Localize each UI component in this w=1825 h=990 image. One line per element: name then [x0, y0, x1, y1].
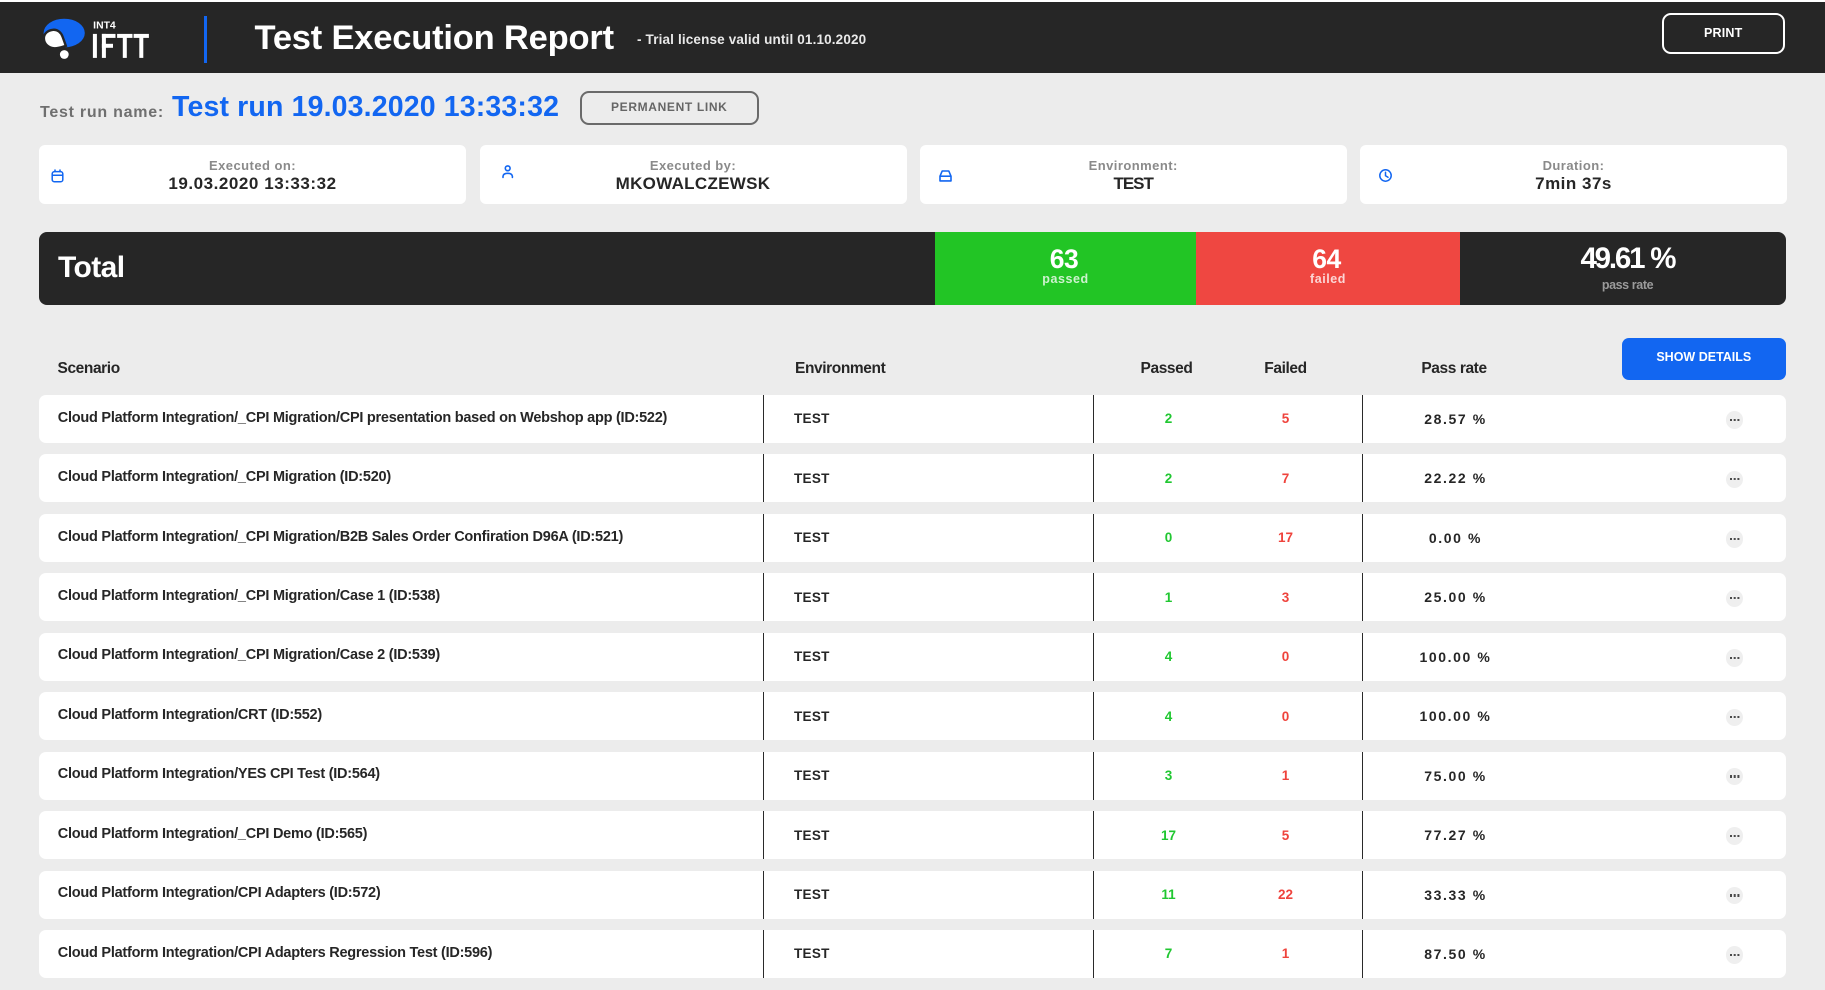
svg-text:INT4: INT4 — [93, 21, 116, 32]
